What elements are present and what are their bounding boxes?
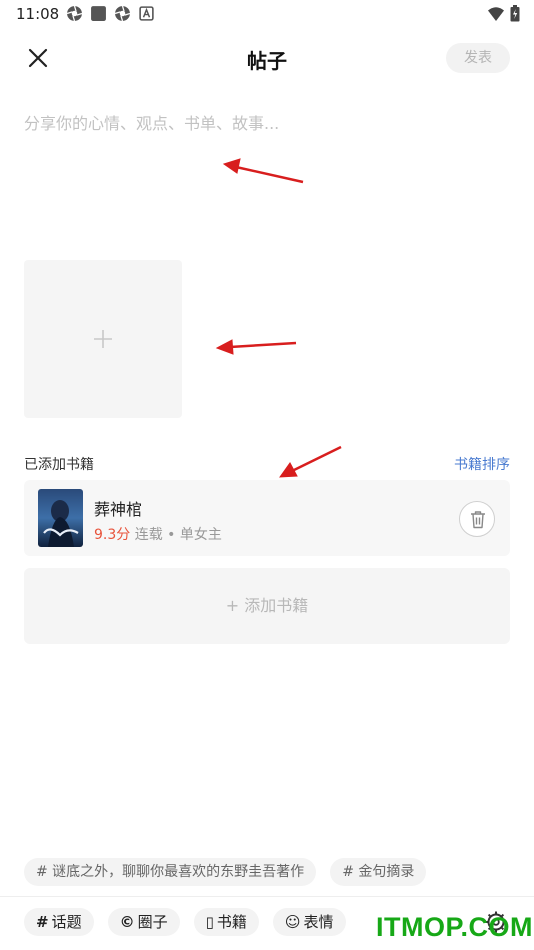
circle-button[interactable]: © 圈子 xyxy=(107,908,180,936)
smiley-icon: ☺ xyxy=(284,913,301,931)
topic-button-label: 话题 xyxy=(51,913,82,931)
book-card[interactable]: 葬神棺 9.3分 连载 • 单女主 xyxy=(24,480,510,556)
plus-icon xyxy=(94,330,112,348)
circle-c-icon: © xyxy=(119,913,135,931)
topic-button[interactable]: # 话题 xyxy=(24,908,94,936)
book-cover-image xyxy=(38,489,83,547)
topic-suggestions: # 谜底之外，聊聊你最喜欢的东野圭吾著作 # 金句摘录 xyxy=(24,858,427,886)
annotation-arrow xyxy=(278,445,342,478)
book-score: 9.3分 xyxy=(94,527,131,543)
annotation-arrow xyxy=(215,339,297,355)
hashtag-icon: # xyxy=(36,913,49,931)
divider xyxy=(0,896,534,897)
post-content-input[interactable] xyxy=(24,110,510,230)
book-meta: 9.3分 连载 • 单女主 xyxy=(94,524,222,544)
topic-chip[interactable]: # 谜底之外，聊聊你最喜欢的东野圭吾著作 xyxy=(24,858,317,886)
add-book-button[interactable]: + 添加书籍 xyxy=(24,568,510,644)
battery-icon xyxy=(510,5,520,22)
added-books-label: 已添加书籍 xyxy=(24,457,94,473)
book-sort-link[interactable]: 书籍排序 xyxy=(454,454,510,474)
status-time: 11:08 xyxy=(16,5,60,23)
publish-button[interactable]: 发表 xyxy=(446,43,510,73)
status-bar: 11:08 xyxy=(0,0,534,28)
emoji-button-label: 表情 xyxy=(303,913,334,931)
book-icon: ▯ xyxy=(205,913,214,931)
book-button-label: 书籍 xyxy=(216,913,247,931)
wifi-icon xyxy=(488,6,504,21)
aperture-icon xyxy=(114,5,131,22)
emoji-button[interactable]: ☺ 表情 xyxy=(272,908,346,936)
delete-book-button[interactable] xyxy=(459,501,495,537)
topic-chip[interactable]: # 金句摘录 xyxy=(330,858,427,886)
circle-button-label: 圈子 xyxy=(137,913,168,931)
book-status-tags: 连载 • 单女主 xyxy=(134,527,222,543)
keyboard-a-icon xyxy=(139,6,154,21)
status-notification-icons xyxy=(66,5,155,22)
trash-icon xyxy=(471,511,485,529)
book-button[interactable]: ▯ 书籍 xyxy=(193,908,259,936)
site-watermark: ITMOP.COM xyxy=(376,912,534,942)
square-app-icon xyxy=(91,6,106,21)
add-image-button[interactable] xyxy=(24,260,182,418)
status-system-icons xyxy=(487,5,520,22)
book-title: 葬神棺 xyxy=(94,500,143,519)
page-header: 帖子 发表 xyxy=(0,36,534,82)
bottom-toolbar: # 话题 © 圈子 ▯ 书籍 ☺ 表情 xyxy=(24,908,346,936)
aperture-icon xyxy=(66,5,83,22)
